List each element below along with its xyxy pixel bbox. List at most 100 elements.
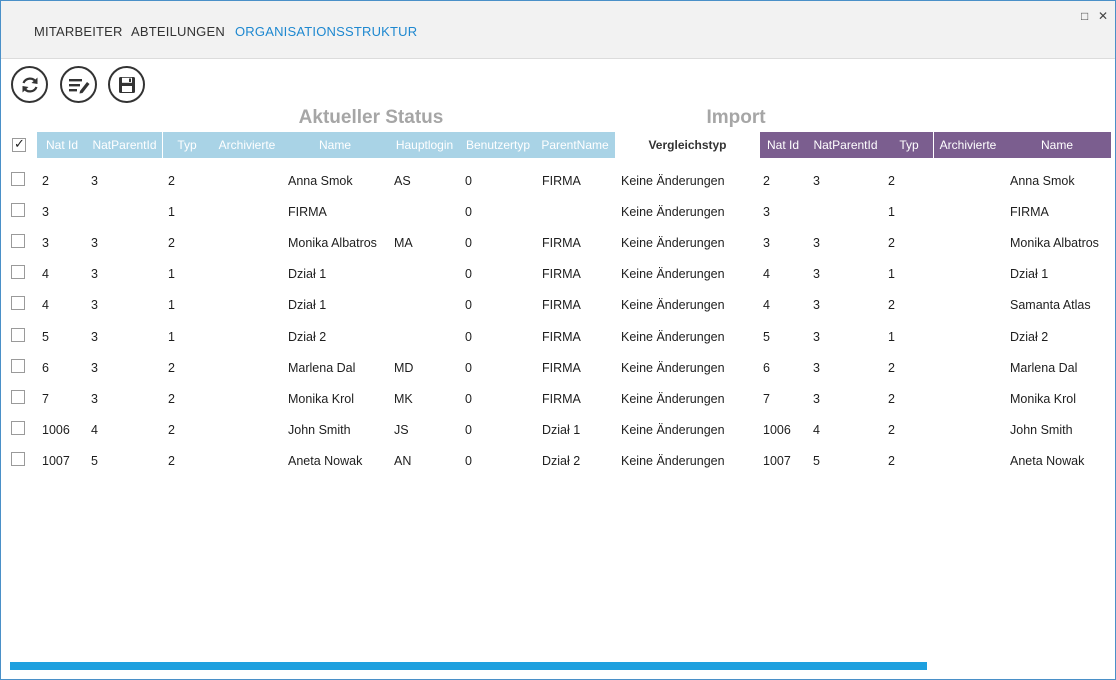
cell-benutzertyp: 0 — [465, 329, 472, 344]
cell-benutzertyp: 0 — [465, 360, 472, 375]
header-parentname[interactable]: ParentName — [535, 132, 615, 158]
cell-vergleichstyp: Keine Änderungen — [621, 422, 725, 437]
close-icon[interactable]: ✕ — [1098, 10, 1108, 22]
cell-import-typ: 2 — [888, 174, 895, 188]
cell-import-name: FIRMA — [1010, 205, 1049, 220]
cell-benutzertyp: 0 — [465, 391, 472, 406]
header-nat-id[interactable]: Nat Id — [37, 132, 87, 158]
cell-import-typ: 1 — [888, 329, 895, 344]
header-natparentid[interactable]: NatParentId — [87, 132, 162, 158]
row-checkbox[interactable] — [11, 234, 25, 249]
header-import-typ[interactable]: Typ — [885, 132, 933, 158]
cell-hauptlogin: AN — [394, 453, 412, 468]
cell-import-typ: 2 — [888, 236, 895, 251]
cell-import-nat-id: 7 — [763, 391, 770, 406]
cell-hauptlogin: AS — [394, 174, 411, 188]
row-checkbox[interactable] — [11, 296, 25, 311]
cell-parentname: FIRMA — [542, 360, 581, 375]
cell-name: Monika Albatros — [288, 236, 377, 251]
header-separator — [933, 132, 934, 158]
edit-list-button[interactable] — [60, 66, 97, 103]
maximize-icon[interactable]: □ — [1081, 10, 1088, 22]
row-checkbox[interactable] — [11, 420, 25, 435]
cell-typ: 1 — [168, 205, 175, 220]
cell-nat-id: 1007 — [42, 453, 70, 468]
select-all-checkbox[interactable] — [12, 136, 26, 152]
cell-typ: 1 — [168, 298, 175, 313]
cell-parentname: FIRMA — [542, 236, 581, 251]
cell-typ: 2 — [168, 174, 175, 188]
header-import-natparentid[interactable]: NatParentId — [806, 132, 885, 158]
cell-import-typ: 2 — [888, 422, 895, 437]
progress-bar — [10, 662, 927, 670]
row-checkbox[interactable] — [11, 327, 25, 342]
cell-benutzertyp: 0 — [465, 422, 472, 437]
cell-import-natparentid: 5 — [813, 453, 820, 468]
cell-import-nat-id: 1006 — [763, 422, 791, 437]
tab-mitarbeiter[interactable]: MITARBEITER — [34, 24, 123, 39]
cell-import-name: Marlena Dal — [1010, 360, 1078, 375]
cell-vergleichstyp: Keine Änderungen — [621, 298, 725, 313]
header-benutzertyp[interactable]: Benutzertyp — [461, 132, 535, 158]
current-status-title: Aktueller Status — [298, 107, 444, 128]
header-typ[interactable]: Typ — [162, 132, 212, 158]
cell-natparentid: 3 — [91, 267, 98, 282]
cell-import-nat-id: 6 — [763, 360, 770, 375]
cell-typ: 2 — [168, 236, 175, 251]
tab-abteilungen[interactable]: ABTEILUNGEN — [131, 24, 225, 39]
edit-list-icon — [69, 79, 90, 94]
save-button[interactable] — [108, 66, 145, 103]
cell-import-name: Samanta Atlas — [1010, 298, 1091, 313]
row-checkbox[interactable] — [11, 358, 25, 373]
header-archivierte[interactable]: Archivierte — [212, 132, 282, 158]
cell-hauptlogin: MD — [394, 360, 414, 375]
cell-import-natparentid: 3 — [813, 360, 820, 375]
cell-hauptlogin: MA — [394, 236, 413, 251]
cell-vergleichstyp: Keine Änderungen — [621, 360, 725, 375]
cell-import-typ: 2 — [888, 360, 895, 375]
cell-import-typ: 1 — [888, 267, 895, 282]
cell-benutzertyp: 0 — [465, 174, 472, 188]
cell-nat-id: 3 — [42, 236, 49, 251]
tab-bar: MITARBEITER ABTEILUNGEN ORGANISATIONSSTR… — [1, 1, 1115, 59]
cell-import-nat-id: 5 — [763, 329, 770, 344]
cell-name: Dział 1 — [288, 267, 327, 282]
header-vergleichstyp[interactable]: Vergleichstyp — [615, 132, 760, 158]
tab-organisationsstruktur[interactable]: ORGANISATIONSSTRUKTUR — [235, 24, 417, 39]
cell-natparentid: 3 — [91, 360, 98, 375]
header-import-archivierte[interactable]: Archivierte — [933, 132, 1003, 158]
import-title: Import — [706, 107, 766, 128]
cell-import-natparentid: 4 — [813, 422, 820, 437]
cell-import-nat-id: 1007 — [763, 453, 791, 468]
cell-nat-id: 4 — [42, 267, 49, 282]
cell-import-nat-id: 3 — [763, 205, 770, 220]
cell-hauptlogin: JS — [394, 422, 409, 437]
row-checkbox[interactable] — [11, 389, 25, 404]
cell-import-nat-id: 4 — [763, 267, 770, 282]
cell-nat-id: 4 — [42, 298, 49, 313]
header-import-nat-id[interactable]: Nat Id — [760, 132, 806, 158]
cell-typ: 2 — [168, 453, 175, 468]
row-checkbox[interactable] — [11, 265, 25, 280]
cell-natparentid: 3 — [91, 329, 98, 344]
cell-parentname: FIRMA — [542, 391, 581, 406]
cell-natparentid: 3 — [91, 174, 98, 188]
cell-import-name: Dział 1 — [1010, 267, 1049, 282]
row-checkbox[interactable] — [11, 451, 25, 466]
cell-name: John Smith — [288, 422, 351, 437]
cell-import-name: Dział 2 — [1010, 329, 1049, 344]
cell-natparentid: 3 — [91, 236, 98, 251]
row-checkbox[interactable] — [11, 203, 25, 218]
cell-import-typ: 2 — [888, 298, 895, 313]
header-import-name[interactable]: Name — [1003, 132, 1111, 158]
cell-name: Dział 1 — [288, 298, 327, 313]
header-name[interactable]: Name — [282, 132, 388, 158]
header-hauptlogin[interactable]: Hauptlogin — [388, 132, 461, 158]
refresh-button[interactable] — [11, 66, 48, 103]
cell-name: Anna Smok — [288, 174, 353, 188]
cell-natparentid: 3 — [91, 298, 98, 313]
cell-parentname: FIRMA — [542, 298, 581, 313]
row-checkbox[interactable] — [11, 172, 25, 186]
cell-parentname: FIRMA — [542, 267, 581, 282]
cell-typ: 1 — [168, 267, 175, 282]
